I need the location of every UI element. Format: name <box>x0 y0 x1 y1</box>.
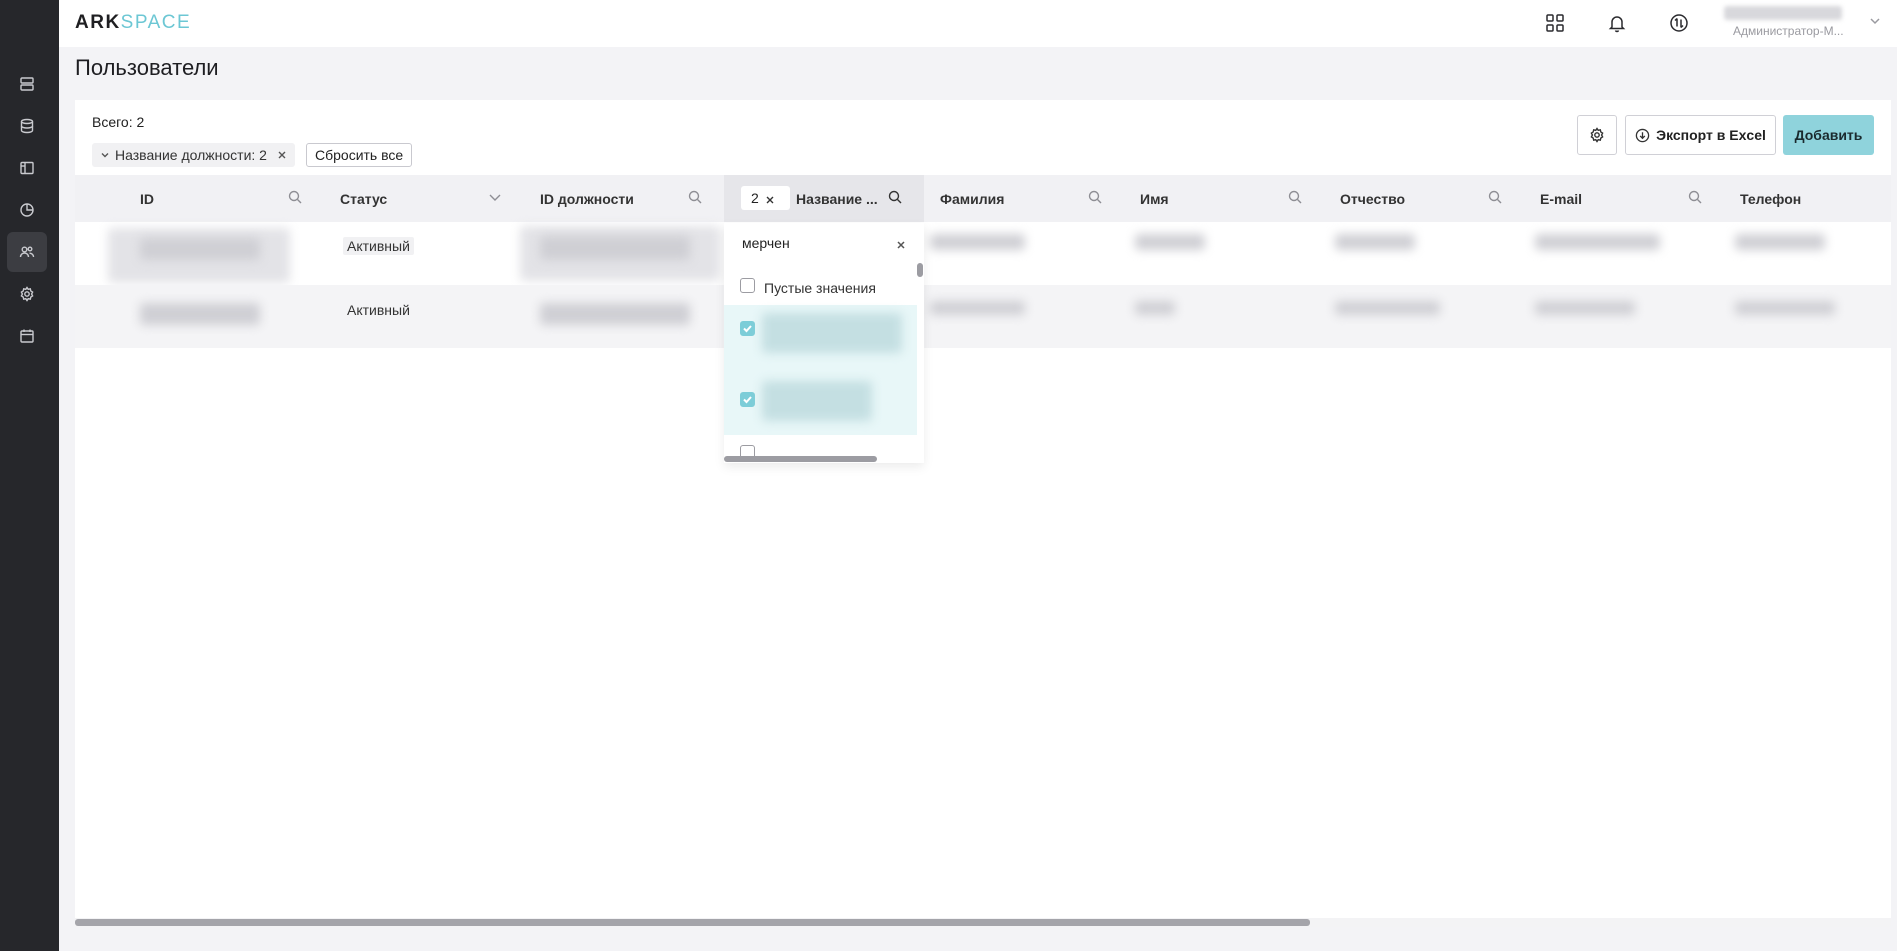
redacted-cell <box>1735 234 1825 250</box>
redacted-cell <box>762 381 872 421</box>
redacted-cell <box>930 234 1025 250</box>
redacted-cell <box>540 236 690 260</box>
total-count: Всего: 2 <box>92 114 145 130</box>
filter-option[interactable] <box>724 305 917 375</box>
users-card: Всего: 2 Название должности: 2 Сбросить … <box>75 100 1891 927</box>
layout-icon[interactable] <box>7 148 47 188</box>
filter-option-label: Пустые значения <box>764 280 876 296</box>
vertical-scrollbar[interactable] <box>917 263 923 277</box>
column-header-position-id[interactable]: ID должности <box>540 175 634 222</box>
close-icon[interactable] <box>896 237 906 249</box>
user-role: Администратор-М... <box>1733 24 1844 38</box>
gear-icon <box>1590 127 1604 143</box>
search-icon[interactable] <box>288 190 304 206</box>
filter-chip-label: Название должности: 2 <box>115 147 267 163</box>
export-excel-button[interactable]: Экспорт в Excel <box>1625 115 1776 155</box>
table-header: ID Статус ID должности 2 Название ... Фа… <box>75 175 1891 222</box>
close-icon[interactable] <box>765 192 775 204</box>
column-header-patronymic[interactable]: Отчество <box>1340 175 1405 222</box>
reset-filters-button[interactable]: Сбросить все <box>306 143 413 167</box>
calendar-icon[interactable] <box>7 316 47 356</box>
redacted-cell <box>930 301 1025 315</box>
search-icon[interactable] <box>688 190 704 206</box>
status-badge: Активный <box>343 237 414 255</box>
chevron-down-icon[interactable] <box>1868 14 1882 28</box>
apps-grid-icon[interactable] <box>1543 11 1567 35</box>
column-filter-dropdown: мерчен Пустые значения <box>724 223 924 463</box>
chevron-down-icon[interactable] <box>100 150 110 160</box>
user-name-redacted <box>1724 6 1842 20</box>
redacted-cell <box>1135 301 1175 315</box>
table-row[interactable]: Активный <box>75 285 1891 348</box>
bell-icon[interactable] <box>1605 11 1629 35</box>
redacted-cell <box>1335 234 1415 250</box>
sidebar <box>0 0 59 951</box>
redacted-cell <box>140 238 260 260</box>
table-row[interactable]: Активный <box>75 222 1891 285</box>
search-icon[interactable] <box>1688 190 1704 206</box>
close-icon[interactable] <box>277 150 287 160</box>
column-header-phone[interactable]: Телефон <box>1740 175 1801 222</box>
column-header-email[interactable]: E-mail <box>1540 175 1582 222</box>
top-header: ARKSPACE Администратор-М... <box>59 0 1897 47</box>
table-settings-button[interactable] <box>1577 115 1617 155</box>
redacted-cell <box>140 303 260 325</box>
sync-icon[interactable] <box>1667 11 1691 35</box>
redacted-cell <box>1135 234 1205 250</box>
filter-option-empty[interactable]: Пустые значения <box>724 263 917 305</box>
database-icon[interactable] <box>7 106 47 146</box>
filter-search-input[interactable]: мерчен <box>742 235 790 251</box>
filter-option[interactable] <box>724 375 917 435</box>
redacted-cell <box>540 303 690 325</box>
chart-pie-icon[interactable] <box>7 190 47 230</box>
chevron-down-icon[interactable] <box>488 190 504 206</box>
horizontal-scrollbar[interactable] <box>75 919 1310 926</box>
app-logo[interactable]: ARKSPACE <box>75 12 191 34</box>
horizontal-scrollbar[interactable] <box>724 456 877 462</box>
column-header-position-name[interactable]: Название ... <box>796 175 878 222</box>
search-icon[interactable] <box>1288 190 1304 206</box>
page-title: Пользователи <box>75 55 219 80</box>
filter-chip-position[interactable]: Название должности: 2 <box>92 143 295 167</box>
gear-icon[interactable] <box>7 274 47 314</box>
user-menu[interactable]: Администратор-М... <box>1724 4 1884 42</box>
search-icon[interactable] <box>1488 190 1504 206</box>
export-label: Экспорт в Excel <box>1656 127 1766 143</box>
download-icon <box>1635 128 1650 142</box>
checkbox[interactable] <box>740 321 755 336</box>
checkbox[interactable] <box>740 392 755 407</box>
add-button[interactable]: Добавить <box>1783 115 1874 155</box>
status-badge: Активный <box>347 302 410 318</box>
checkbox[interactable] <box>740 278 755 293</box>
search-icon[interactable] <box>1088 190 1104 206</box>
search-icon[interactable] <box>888 190 904 206</box>
redacted-cell <box>1335 301 1440 315</box>
column-header-last-name[interactable]: Фамилия <box>940 175 1004 222</box>
server-icon[interactable] <box>7 64 47 104</box>
redacted-cell <box>762 313 902 353</box>
redacted-cell <box>1535 301 1635 315</box>
column-header-id[interactable]: ID <box>140 175 154 222</box>
column-header-first-name[interactable]: Имя <box>1140 175 1169 222</box>
users-icon[interactable] <box>7 232 47 272</box>
column-header-status[interactable]: Статус <box>340 175 387 222</box>
redacted-cell <box>1535 234 1660 250</box>
redacted-cell <box>1735 301 1835 315</box>
